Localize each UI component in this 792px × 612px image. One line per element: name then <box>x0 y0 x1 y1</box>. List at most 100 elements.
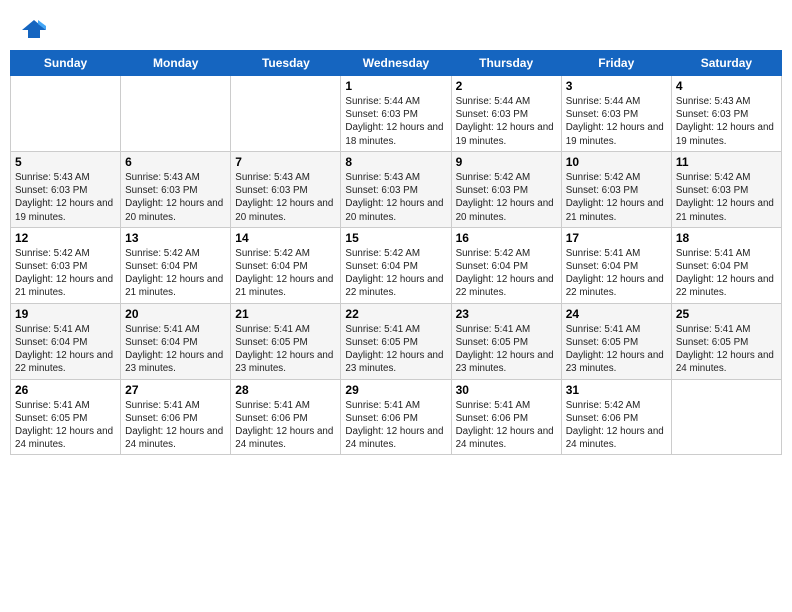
calendar-week-row: 26 Sunrise: 5:41 AM Sunset: 6:05 PM Dayli… <box>11 379 782 455</box>
calendar-cell <box>231 76 341 152</box>
day-number: 15 <box>345 231 446 245</box>
day-info-text: Sunrise: 5:43 AM Sunset: 6:03 PM Dayligh… <box>676 95 777 148</box>
calendar-cell: 15 Sunrise: 5:42 AM Sunset: 6:04 PM Dayli… <box>341 227 451 303</box>
calendar-cell <box>121 76 231 152</box>
day-number: 30 <box>456 383 557 397</box>
day-info-text: Sunrise: 5:41 AM Sunset: 6:06 PM Dayligh… <box>456 399 557 452</box>
calendar-cell: 2Sunrise: 5:44 AM Sunset: 6:03 PM Daylig… <box>451 76 561 152</box>
day-info-text: Sunrise: 5:43 AM Sunset: 6:03 PM Dayligh… <box>235 171 336 224</box>
day-info-text: Sunrise: 5:41 AM Sunset: 6:05 PM Dayligh… <box>566 323 667 376</box>
days-header-row: SundayMondayTuesdayWednesdayThursdayFrid… <box>11 51 782 76</box>
day-info-text: Sunrise: 5:41 AM Sunset: 6:05 PM Dayligh… <box>676 323 777 376</box>
calendar-cell: 6 Sunrise: 5:43 AM Sunset: 6:03 PM Daylig… <box>121 151 231 227</box>
calendar-cell: 31 Sunrise: 5:42 AM Sunset: 6:06 PM Dayli… <box>561 379 671 455</box>
day-info-text: Sunrise: 5:42 AM Sunset: 6:03 PM Dayligh… <box>456 171 557 224</box>
calendar-cell: 17Sunrise: 5:41 AM Sunset: 6:04 PM Dayli… <box>561 227 671 303</box>
day-number: 29 <box>345 383 446 397</box>
day-info-text: Sunrise: 5:41 AM Sunset: 6:05 PM Dayligh… <box>345 323 446 376</box>
calendar-cell: 5 Sunrise: 5:43 AM Sunset: 6:03 PM Daylig… <box>11 151 121 227</box>
day-of-week-header: Friday <box>561 51 671 76</box>
day-number: 12 <box>15 231 116 245</box>
day-number: 2 <box>456 79 557 93</box>
day-number: 19 <box>15 307 116 321</box>
calendar-cell: 24 Sunrise: 5:41 AM Sunset: 6:05 PM Dayli… <box>561 303 671 379</box>
day-number: 4 <box>676 79 777 93</box>
day-number: 16 <box>456 231 557 245</box>
day-number: 18 <box>676 231 777 245</box>
day-info-text: Sunrise: 5:42 AM Sunset: 6:03 PM Dayligh… <box>676 171 777 224</box>
logo <box>20 18 52 40</box>
calendar-week-row: 19 Sunrise: 5:41 AM Sunset: 6:04 PM Dayli… <box>11 303 782 379</box>
calendar-cell: 7 Sunrise: 5:43 AM Sunset: 6:03 PM Daylig… <box>231 151 341 227</box>
day-info-text: Sunrise: 5:41 AM Sunset: 6:06 PM Dayligh… <box>125 399 226 452</box>
calendar-cell: 10Sunrise: 5:42 AM Sunset: 6:03 PM Dayli… <box>561 151 671 227</box>
day-info-text: Sunrise: 5:41 AM Sunset: 6:06 PM Dayligh… <box>345 399 446 452</box>
calendar-week-row: 5 Sunrise: 5:43 AM Sunset: 6:03 PM Daylig… <box>11 151 782 227</box>
day-number: 13 <box>125 231 226 245</box>
calendar-cell: 16 Sunrise: 5:42 AM Sunset: 6:04 PM Dayli… <box>451 227 561 303</box>
day-number: 1 <box>345 79 446 93</box>
day-number: 7 <box>235 155 336 169</box>
calendar-cell: 28 Sunrise: 5:41 AM Sunset: 6:06 PM Dayli… <box>231 379 341 455</box>
calendar-subtitle <box>10 42 782 50</box>
day-info-text: Sunrise: 5:41 AM Sunset: 6:05 PM Dayligh… <box>15 399 116 452</box>
day-info-text: Sunrise: 5:42 AM Sunset: 6:04 PM Dayligh… <box>345 247 446 300</box>
calendar-cell: 29 Sunrise: 5:41 AM Sunset: 6:06 PM Dayli… <box>341 379 451 455</box>
day-info-text: Sunrise: 5:43 AM Sunset: 6:03 PM Dayligh… <box>125 171 226 224</box>
page-header <box>10 10 782 42</box>
calendar-cell <box>11 76 121 152</box>
day-number: 28 <box>235 383 336 397</box>
day-info-text: Sunrise: 5:41 AM Sunset: 6:04 PM Dayligh… <box>15 323 116 376</box>
day-info-text: Sunrise: 5:41 AM Sunset: 6:04 PM Dayligh… <box>125 323 226 376</box>
day-info-text: Sunrise: 5:41 AM Sunset: 6:06 PM Dayligh… <box>235 399 336 452</box>
day-info-text: Sunrise: 5:43 AM Sunset: 6:03 PM Dayligh… <box>345 171 446 224</box>
day-number: 24 <box>566 307 667 321</box>
logo-icon <box>20 18 48 40</box>
day-number: 11 <box>676 155 777 169</box>
day-number: 8 <box>345 155 446 169</box>
calendar-cell: 26 Sunrise: 5:41 AM Sunset: 6:05 PM Dayli… <box>11 379 121 455</box>
day-number: 25 <box>676 307 777 321</box>
calendar-cell: 1Sunrise: 5:44 AM Sunset: 6:03 PM Daylig… <box>341 76 451 152</box>
day-of-week-header: Thursday <box>451 51 561 76</box>
day-info-text: Sunrise: 5:42 AM Sunset: 6:06 PM Dayligh… <box>566 399 667 452</box>
calendar-cell: 25 Sunrise: 5:41 AM Sunset: 6:05 PM Dayli… <box>671 303 781 379</box>
day-number: 31 <box>566 383 667 397</box>
day-number: 6 <box>125 155 226 169</box>
calendar-cell: 8 Sunrise: 5:43 AM Sunset: 6:03 PM Daylig… <box>341 151 451 227</box>
day-of-week-header: Wednesday <box>341 51 451 76</box>
calendar-cell: 12Sunrise: 5:42 AM Sunset: 6:03 PM Dayli… <box>11 227 121 303</box>
calendar-week-row: 12Sunrise: 5:42 AM Sunset: 6:03 PM Dayli… <box>11 227 782 303</box>
calendar-cell: 4 Sunrise: 5:43 AM Sunset: 6:03 PM Daylig… <box>671 76 781 152</box>
calendar-cell: 20 Sunrise: 5:41 AM Sunset: 6:04 PM Dayli… <box>121 303 231 379</box>
day-info-text: Sunrise: 5:42 AM Sunset: 6:03 PM Dayligh… <box>566 171 667 224</box>
day-of-week-header: Sunday <box>11 51 121 76</box>
calendar-cell: 27 Sunrise: 5:41 AM Sunset: 6:06 PM Dayli… <box>121 379 231 455</box>
calendar-cell: 9 Sunrise: 5:42 AM Sunset: 6:03 PM Daylig… <box>451 151 561 227</box>
calendar-cell: 23Sunrise: 5:41 AM Sunset: 6:05 PM Dayli… <box>451 303 561 379</box>
calendar-cell: 18 Sunrise: 5:41 AM Sunset: 6:04 PM Dayli… <box>671 227 781 303</box>
calendar-cell: 11 Sunrise: 5:42 AM Sunset: 6:03 PM Dayli… <box>671 151 781 227</box>
calendar-cell: 30 Sunrise: 5:41 AM Sunset: 6:06 PM Dayli… <box>451 379 561 455</box>
day-info-text: Sunrise: 5:43 AM Sunset: 6:03 PM Dayligh… <box>15 171 116 224</box>
calendar-cell: 13 Sunrise: 5:42 AM Sunset: 6:04 PM Dayli… <box>121 227 231 303</box>
day-info-text: Sunrise: 5:41 AM Sunset: 6:04 PM Dayligh… <box>676 247 777 300</box>
day-number: 9 <box>456 155 557 169</box>
day-of-week-header: Tuesday <box>231 51 341 76</box>
day-number: 23 <box>456 307 557 321</box>
day-info-text: Sunrise: 5:42 AM Sunset: 6:04 PM Dayligh… <box>125 247 226 300</box>
calendar-cell <box>671 379 781 455</box>
day-number: 27 <box>125 383 226 397</box>
day-number: 20 <box>125 307 226 321</box>
day-number: 5 <box>15 155 116 169</box>
calendar-table: SundayMondayTuesdayWednesdayThursdayFrid… <box>10 50 782 455</box>
day-info-text: Sunrise: 5:41 AM Sunset: 6:04 PM Dayligh… <box>566 247 667 300</box>
calendar-cell: 3Sunrise: 5:44 AM Sunset: 6:03 PM Daylig… <box>561 76 671 152</box>
day-info-text: Sunrise: 5:42 AM Sunset: 6:04 PM Dayligh… <box>456 247 557 300</box>
day-number: 26 <box>15 383 116 397</box>
calendar-cell: 21Sunrise: 5:41 AM Sunset: 6:05 PM Dayli… <box>231 303 341 379</box>
day-number: 14 <box>235 231 336 245</box>
day-number: 21 <box>235 307 336 321</box>
calendar-cell: 19 Sunrise: 5:41 AM Sunset: 6:04 PM Dayli… <box>11 303 121 379</box>
day-number: 3 <box>566 79 667 93</box>
